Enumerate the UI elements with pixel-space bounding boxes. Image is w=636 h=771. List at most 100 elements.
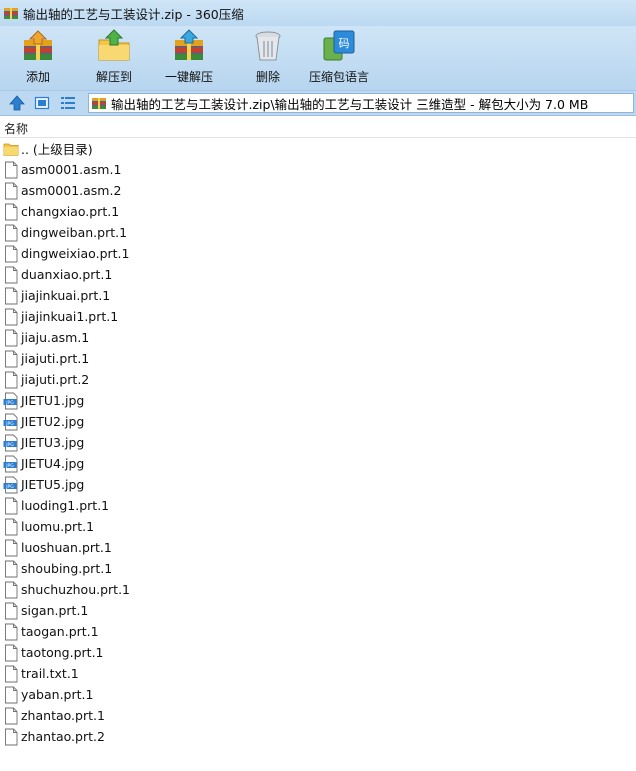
file-icon — [3, 287, 19, 305]
file-row[interactable]: duanxiao.prt.1 — [0, 264, 636, 285]
file-name: trail.txt.1 — [21, 666, 79, 681]
file-name: jiajinkuai.prt.1 — [21, 288, 111, 303]
file-row[interactable]: taotong.prt.1 — [0, 642, 636, 663]
file-name: changxiao.prt.1 — [21, 204, 120, 219]
file-row[interactable]: luoshuan.prt.1 — [0, 537, 636, 558]
one-click-extract-label: 一键解压 — [165, 70, 214, 84]
file-name: zhantao.prt.2 — [21, 729, 105, 744]
address-bar: 输出轴的工艺与工装设计.zip\输出轴的工艺与工装设计 三维造型 - 解包大小为… — [0, 90, 636, 116]
file-row[interactable]: dingweiban.prt.1 — [0, 222, 636, 243]
jpg-icon: JPG — [3, 476, 19, 494]
file-row[interactable]: JPG JIETU1.jpg — [0, 390, 636, 411]
file-row[interactable]: yaban.prt.1 — [0, 684, 636, 705]
extract-to-button[interactable]: 解压到 — [96, 28, 132, 85]
file-name: jiajinkuai1.prt.1 — [21, 309, 119, 324]
svg-text:码: 码 — [339, 37, 350, 50]
up-arrow-icon[interactable] — [9, 95, 25, 111]
file-name: zhantao.prt.1 — [21, 708, 105, 723]
file-row[interactable]: trail.txt.1 — [0, 663, 636, 684]
file-row[interactable]: JPG JIETU4.jpg — [0, 453, 636, 474]
file-row[interactable]: .. (上级目录) — [0, 138, 636, 159]
add-archive-icon — [24, 30, 52, 60]
file-row[interactable]: jiaju.asm.1 — [0, 327, 636, 348]
file-row[interactable]: shuchuzhou.prt.1 — [0, 579, 636, 600]
toolbar: 添加 解压到 一键解压 删除 码 压缩包语言 — [0, 26, 636, 90]
svg-text:JPG: JPG — [5, 442, 14, 448]
file-icon — [3, 602, 19, 620]
file-name: jiajuti.prt.1 — [21, 351, 90, 366]
file-icon — [3, 728, 19, 746]
window-title: 输出轴的工艺与工装设计.zip - 360压缩 — [23, 6, 244, 22]
file-row[interactable]: jiajuti.prt.2 — [0, 369, 636, 390]
extract-folder-icon — [98, 29, 130, 61]
file-row[interactable]: JPG JIETU2.jpg — [0, 411, 636, 432]
file-name: luoding1.prt.1 — [21, 498, 110, 513]
file-name: JIETU5.jpg — [21, 477, 85, 492]
file-row[interactable]: zhantao.prt.1 — [0, 705, 636, 726]
file-row[interactable]: luomu.prt.1 — [0, 516, 636, 537]
delete-button[interactable]: 删除 — [250, 28, 286, 85]
thumbnail-view-icon[interactable] — [34, 95, 50, 111]
file-row[interactable]: zhantao.prt.2 — [0, 726, 636, 747]
file-name: jiaju.asm.1 — [21, 330, 90, 345]
file-name: yaban.prt.1 — [21, 687, 94, 702]
svg-text:JPG: JPG — [5, 421, 14, 427]
file-icon — [3, 560, 19, 578]
one-click-extract-button[interactable]: 一键解压 — [165, 28, 213, 85]
file-icon — [3, 686, 19, 704]
file-name: shoubing.prt.1 — [21, 561, 113, 576]
file-icon — [3, 245, 19, 263]
address-field[interactable]: 输出轴的工艺与工装设计.zip\输出轴的工艺与工装设计 三维造型 - 解包大小为… — [88, 93, 634, 113]
extract-to-label: 解压到 — [96, 70, 133, 84]
file-icon — [3, 161, 19, 179]
file-row[interactable]: JPG JIETU5.jpg — [0, 474, 636, 495]
file-name: taotong.prt.1 — [21, 645, 104, 660]
archive-language-button[interactable]: 码 压缩包语言 — [309, 28, 369, 85]
zip-file-icon — [92, 98, 106, 109]
jpg-icon: JPG — [3, 434, 19, 452]
trash-icon — [255, 31, 281, 61]
archive-language-label: 压缩包语言 — [309, 70, 370, 84]
file-row[interactable]: changxiao.prt.1 — [0, 201, 636, 222]
file-row[interactable]: luoding1.prt.1 — [0, 495, 636, 516]
file-icon — [3, 665, 19, 683]
file-icon — [3, 308, 19, 326]
file-name: JIETU3.jpg — [21, 435, 85, 450]
encoding-icon: 码 — [323, 30, 355, 61]
one-click-extract-icon — [175, 29, 203, 60]
add-button[interactable]: 添加 — [20, 28, 56, 85]
svg-text:JPG: JPG — [5, 463, 14, 469]
svg-text:JPG: JPG — [5, 484, 14, 490]
file-row[interactable]: sigan.prt.1 — [0, 600, 636, 621]
file-row[interactable]: asm0001.asm.2 — [0, 180, 636, 201]
file-icon — [3, 350, 19, 368]
folder-icon — [3, 140, 19, 158]
file-row[interactable]: jiajinkuai1.prt.1 — [0, 306, 636, 327]
title-bar: 输出轴的工艺与工装设计.zip - 360压缩 — [0, 0, 636, 26]
file-row[interactable]: jiajinkuai.prt.1 — [0, 285, 636, 306]
file-row[interactable]: JPG JIETU3.jpg — [0, 432, 636, 453]
file-icon — [3, 644, 19, 662]
file-icon — [3, 518, 19, 536]
file-icon — [3, 581, 19, 599]
file-row[interactable]: shoubing.prt.1 — [0, 558, 636, 579]
list-view-icon[interactable] — [60, 95, 76, 111]
file-name: JIETU4.jpg — [21, 456, 85, 471]
file-name: shuchuzhou.prt.1 — [21, 582, 131, 597]
jpg-icon: JPG — [3, 413, 19, 431]
file-name: asm0001.asm.1 — [21, 162, 122, 177]
file-row[interactable]: jiajuti.prt.1 — [0, 348, 636, 369]
archive-app-icon — [4, 8, 18, 19]
name-column-header[interactable]: 名称 — [4, 120, 28, 137]
file-row[interactable]: dingweixiao.prt.1 — [0, 243, 636, 264]
file-row[interactable]: asm0001.asm.1 — [0, 159, 636, 180]
file-name: duanxiao.prt.1 — [21, 267, 113, 282]
svg-text:JPG: JPG — [5, 400, 14, 406]
file-name: .. (上级目录) — [21, 142, 93, 157]
file-name: sigan.prt.1 — [21, 603, 89, 618]
file-name: asm0001.asm.2 — [21, 183, 122, 198]
file-name: jiajuti.prt.2 — [21, 372, 90, 387]
jpg-icon: JPG — [3, 392, 19, 410]
file-row[interactable]: taogan.prt.1 — [0, 621, 636, 642]
delete-label: 删除 — [255, 70, 280, 84]
